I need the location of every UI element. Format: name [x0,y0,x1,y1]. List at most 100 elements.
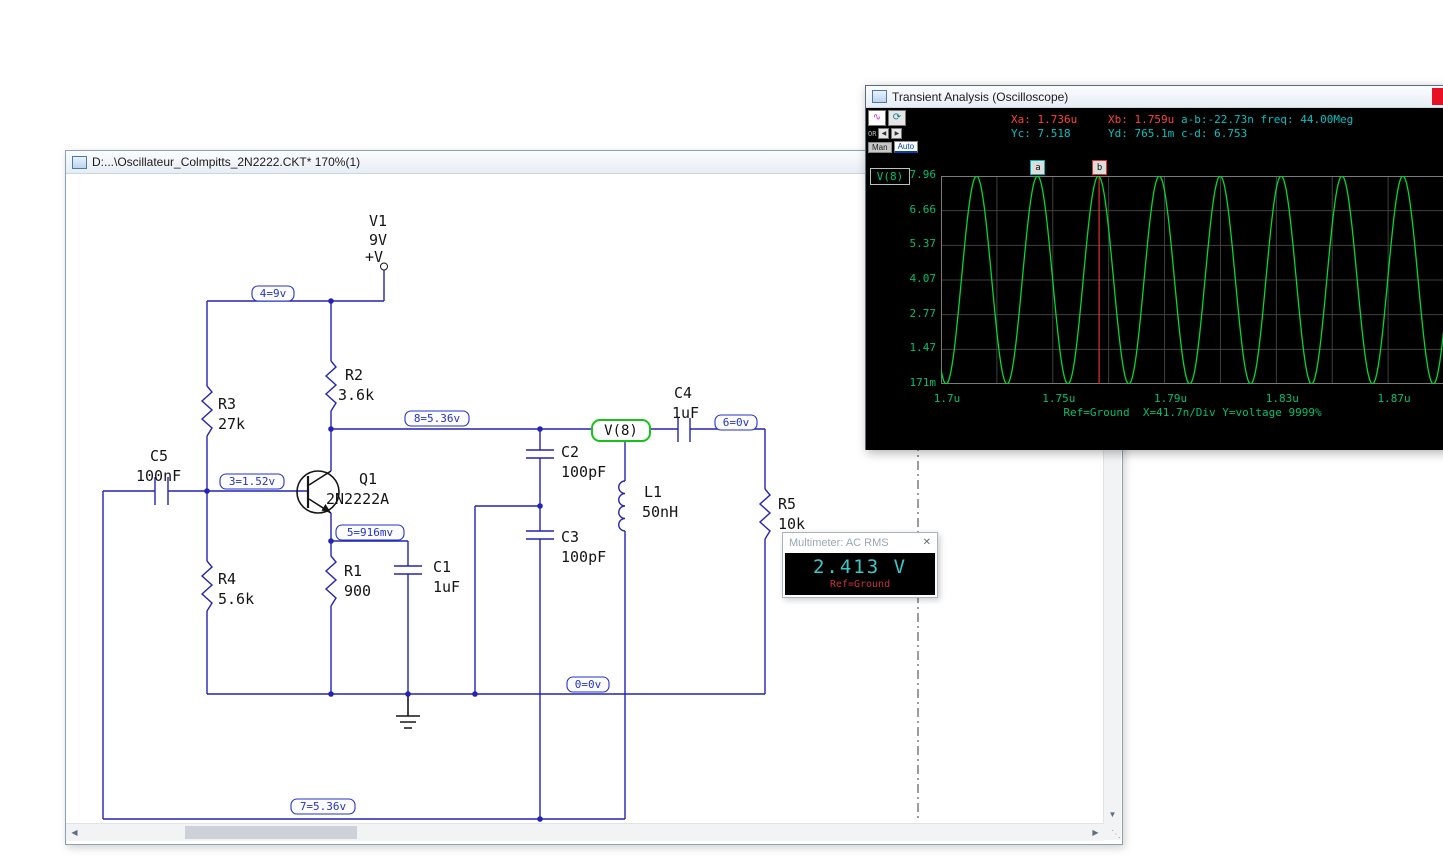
oscilloscope-titlebar[interactable]: Transient Analysis (Oscilloscope) ✕ [866,86,1443,108]
svg-text:100pF: 100pF [561,548,606,566]
oscilloscope-body: ∿ ⟳ OR ◀ ▶ Man Auto Xa: 1.736u Xb: 1.759… [866,108,1443,450]
scope-plot[interactable] [941,176,1443,384]
cursor-left-button[interactable]: ◀ [878,128,890,139]
scroll-down-button[interactable]: ▼ [1104,806,1121,823]
svg-text:Q1: Q1 [359,470,377,488]
probe-label-v8[interactable]: V(8) [591,419,651,442]
manual-mode-tab[interactable]: Man [868,141,892,153]
svg-text:C3: C3 [561,528,579,546]
oscilloscope-title: Transient Analysis (Oscilloscope) [892,89,1069,104]
horizontal-scroll-thumb[interactable] [185,826,357,839]
wire-net[interactable] [102,270,766,820]
auto-mode-tab[interactable]: Auto [893,141,919,153]
arrow-left-icon: ◀ [881,131,887,137]
svg-text:27k: 27k [218,415,245,433]
cursor-yd-readout: Yd: 765.1m [1108,127,1175,140]
y-axis-tick: 171m [909,376,937,389]
cursor-right-button[interactable]: ▶ [891,128,903,139]
waveform-icon: ∿ [872,112,882,123]
cursor-marker-a[interactable]: a [1030,160,1046,175]
arrow-right-icon: ▶ [894,131,900,137]
capacitor-c5[interactable]: C5 100nF [136,447,181,505]
scroll-right-button[interactable]: ▶ [1087,824,1104,841]
oscilloscope-icon [872,90,887,103]
ground-symbol[interactable] [396,694,420,729]
svg-text:+V: +V [365,248,383,266]
capacitor-c3[interactable]: C3 100pF [526,528,606,566]
svg-text:4=9v: 4=9v [260,287,287,300]
svg-text:R5: R5 [778,495,796,513]
source-v1[interactable]: V1 9V +V [365,212,388,271]
node-label-8[interactable]: 8=5.36v [404,410,470,427]
resistor-r3[interactable]: R3 27k [200,385,245,437]
node-label-7[interactable]: 7=5.36v [290,798,356,815]
capacitor-c2[interactable]: C2 100pF [526,443,606,481]
svg-text:5=916mv: 5=916mv [347,526,394,539]
svg-text:7=5.36v: 7=5.36v [300,800,347,813]
svg-text:C1: C1 [433,558,451,576]
x-axis-tick: 1.7u [933,392,961,405]
capacitor-c4[interactable]: C4 1uF [672,384,699,442]
svg-text:6=0v: 6=0v [723,416,750,429]
y-axis-tick: 6.66 [909,202,937,216]
cursor-ab-freq-readout: a-b:-22.73n freq: 44.00Meg [1181,113,1354,126]
svg-text:900: 900 [344,582,371,600]
resize-grip[interactable]: ⋱ [1104,823,1121,840]
svg-text:C5: C5 [150,447,168,465]
scope-footer-text: Ref=Ground X=41.7n/Div Y=voltage 9999% [1063,406,1322,419]
y-axis-tick: 1.47 [909,341,937,355]
x-axis-tick: 1.75u [1042,392,1076,405]
resistor-r1[interactable]: R1 900 [324,555,371,607]
document-icon [72,155,87,169]
cursor-marker-b[interactable]: b [1092,160,1108,175]
arrow-left-icon: ◀ [71,828,78,837]
node-label-4[interactable]: 4=9v [251,285,295,302]
x-axis-tick: 1.87u [1377,392,1411,405]
x-axis-tick: 1.83u [1265,392,1299,405]
horizontal-scrollbar[interactable]: ◀ ▶ [66,823,1104,841]
node-label-6[interactable]: 6=0v [714,414,758,431]
grip-icon: ⋱ [1111,829,1121,840]
svg-text:100nF: 100nF [136,467,181,485]
resistor-r2[interactable]: R2 3.6k [324,360,374,412]
x-axis-tick: 1.79u [1153,392,1188,405]
y-axis-tick: 4.07 [909,272,937,285]
multimeter-window: Multimeter: AC RMS ✕ 2.413 V Ref=Ground [782,532,938,598]
svg-text:3=1.52v: 3=1.52v [229,475,276,488]
node-label-0[interactable]: 0=0v [566,676,610,693]
oscilloscope-window: Transient Analysis (Oscilloscope) ✕ ∿ ⟳ … [865,85,1443,450]
transistor-q1[interactable]: Q1 2N2222A [296,470,389,514]
arrow-right-icon: ▶ [1092,828,1099,837]
close-button[interactable]: ✕ [1432,88,1443,105]
svg-text:5.6k: 5.6k [218,590,254,608]
svg-text:V(8): V(8) [604,423,638,439]
svg-text:2N2222A: 2N2222A [326,490,389,508]
svg-text:C4: C4 [674,384,692,402]
cursor-xa-readout: Xa: 1.736u [1011,113,1078,126]
multimeter-close-button[interactable]: ✕ [923,537,931,548]
waveform-tool-button[interactable]: ∿ [868,110,886,126]
capacitor-c1[interactable]: C1 1uF [394,558,460,596]
svg-text:C2: C2 [561,443,579,461]
inductor-l1[interactable]: L1 50nH [618,480,678,532]
svg-text:50nH: 50nH [642,503,678,521]
multimeter-titlebar[interactable]: Multimeter: AC RMS ✕ [783,533,937,552]
cursor-cd-readout: c-d: 6.753 [1181,127,1248,140]
y-axis-tick: 7.96 [909,168,937,181]
svg-text:9V: 9V [369,231,387,249]
svg-text:V1: V1 [369,212,387,230]
cursor-yc-readout: Yc: 7.518 [1011,127,1071,140]
window-title: D:...\Oscillateur_Colmpitts_2N2222.CKT* … [92,155,361,169]
multimeter-title: Multimeter: AC RMS [789,536,889,549]
svg-text:R1: R1 [344,562,362,580]
cursor-xb-readout: Xb: 1.759u [1108,113,1175,126]
replay-tool-button[interactable]: ⟳ [888,110,906,126]
arrow-down-icon: ▼ [1108,810,1117,819]
svg-text:R3: R3 [218,395,236,413]
node-label-3[interactable]: 3=1.52v [219,473,285,490]
resistor-r4[interactable]: R4 5.6k [200,560,254,612]
scroll-left-button[interactable]: ◀ [66,824,83,841]
close-icon: ✕ [922,537,931,548]
svg-text:8=5.36v: 8=5.36v [414,412,461,425]
node-label-5[interactable]: 5=916mv [335,524,405,541]
